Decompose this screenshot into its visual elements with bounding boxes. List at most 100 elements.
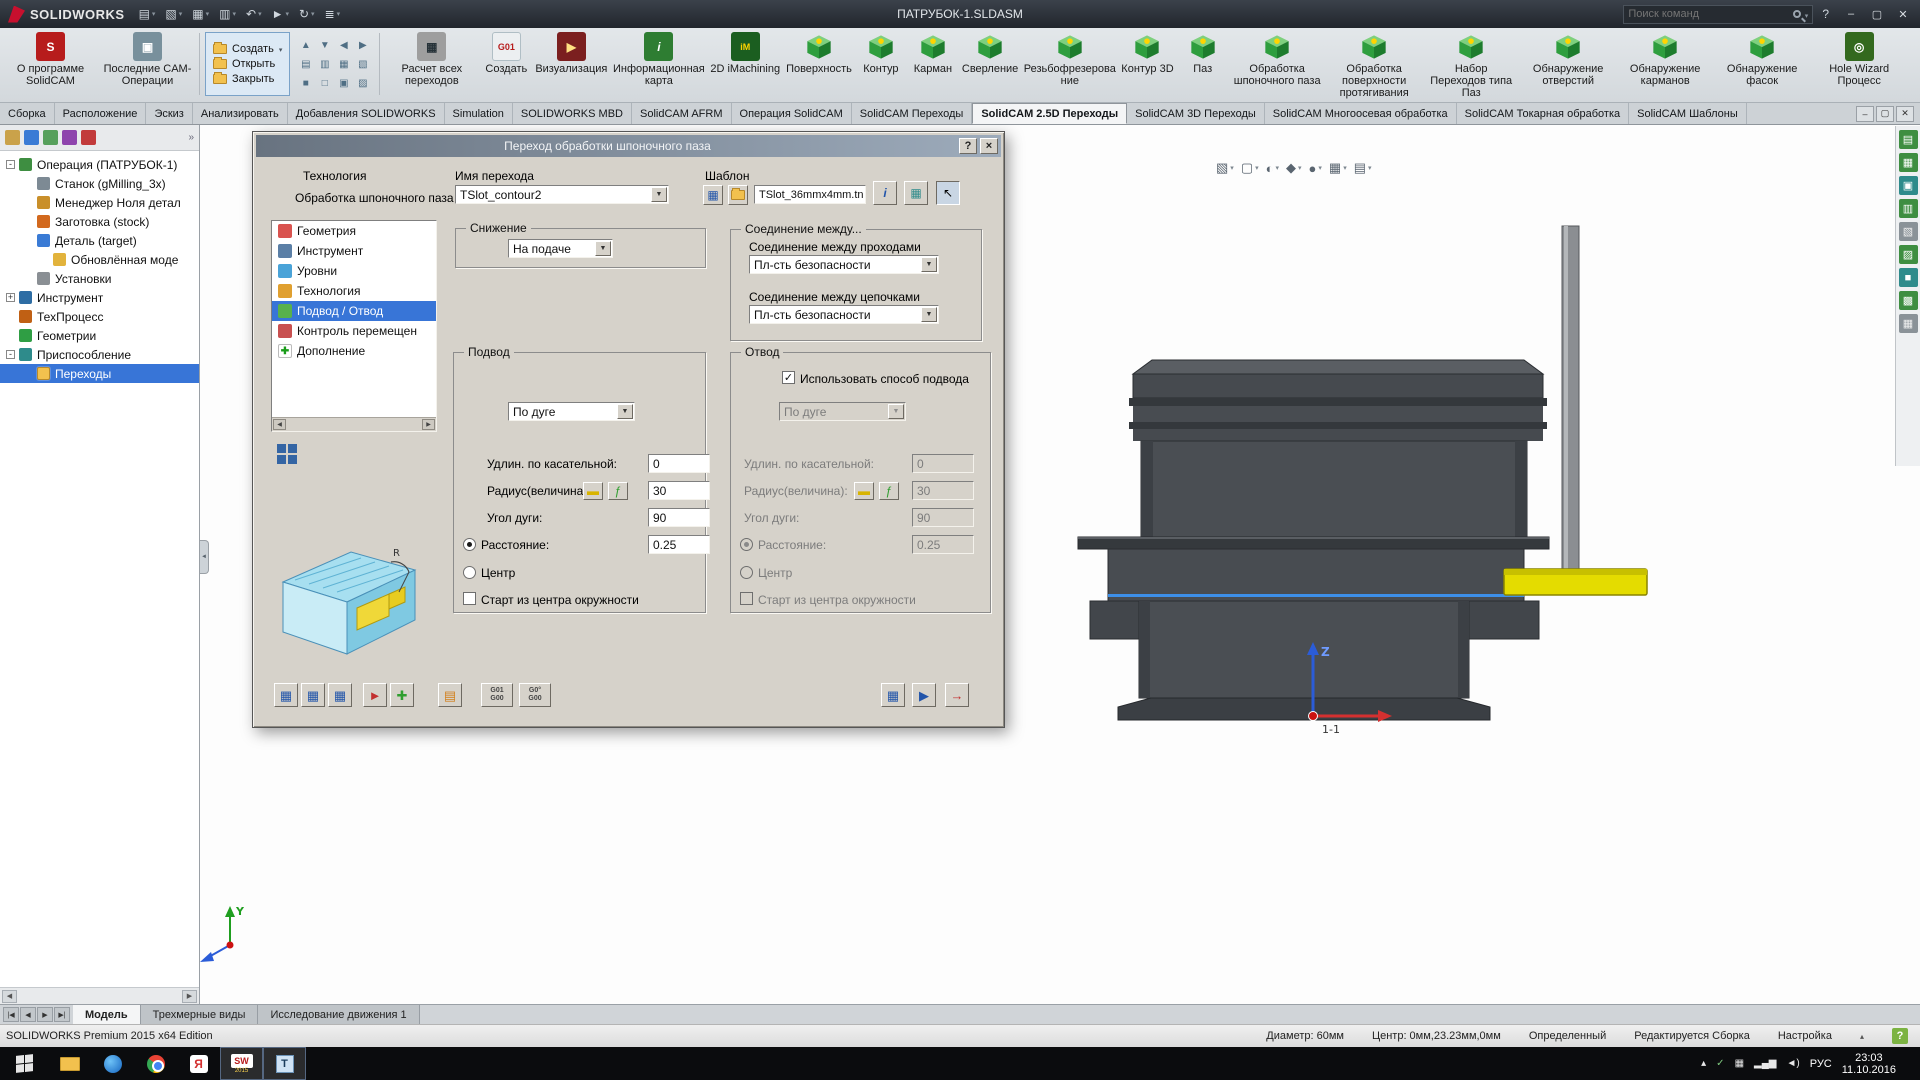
view-tool-button[interactable]: ▢ <box>1241 160 1259 176</box>
command-tab[interactable]: SolidCAM 2.5D Переходы <box>972 103 1127 124</box>
ribbon-button[interactable]: ▶ Визуализация <box>532 30 610 98</box>
transition-name-combo[interactable]: TSlot_contour2 <box>455 185 669 204</box>
view-tool-button[interactable]: ◆ <box>1286 160 1302 176</box>
quick-access-tool-button[interactable]: ≣ <box>321 5 345 23</box>
ribbon-button[interactable]: Обнаружение фасок <box>1714 30 1811 98</box>
task-pane-icon[interactable]: ▦ <box>1899 314 1918 333</box>
command-tab[interactable]: SolidCAM Многоосевая обработка <box>1265 103 1457 124</box>
dialog-help-button[interactable]: ? <box>959 138 977 154</box>
view-tool-button[interactable]: ◐ <box>1266 160 1279 176</box>
tree-item[interactable]: - Операция (ПАТРУБОК-1) <box>0 155 199 174</box>
ribbon-button[interactable]: Контур <box>855 30 907 98</box>
panel-tab-icon[interactable] <box>24 130 39 145</box>
tree-item[interactable]: Деталь (target) <box>0 231 199 250</box>
ribbon-button[interactable]: Паз <box>1177 30 1229 98</box>
leadout-radius-formula-button[interactable]: ƒ <box>879 482 899 500</box>
dialog-section-item[interactable]: Инструмент <box>272 241 436 261</box>
task-pane-icon[interactable]: ▥ <box>1899 199 1918 218</box>
window-control-button[interactable]: ▢ <box>1864 4 1890 24</box>
command-tab[interactable]: SolidCAM Шаблоны <box>1629 103 1747 124</box>
model-tab-nav-button[interactable]: ◀ <box>20 1007 36 1022</box>
tray-icon[interactable]: ▂▄▆ <box>1754 1058 1776 1069</box>
task-pane-icon[interactable]: ▨ <box>1899 245 1918 264</box>
leadout-use-leadin-checkbox[interactable] <box>782 371 795 384</box>
ribbon-button[interactable]: Сверление <box>959 30 1021 98</box>
dialog-action-button[interactable]: G0° G00 <box>519 683 551 707</box>
leadin-tangent-field[interactable]: 0 <box>648 454 710 473</box>
command-tab[interactable]: SOLIDWORKS MBD <box>513 103 632 124</box>
dialog-action-button[interactable]: G01 G00 <box>481 683 513 707</box>
descent-combo[interactable]: На подаче <box>508 239 613 258</box>
tray-icon[interactable]: ✓ <box>1716 1058 1724 1069</box>
command-tab[interactable]: SolidCAM Переходы <box>852 103 973 124</box>
dialog-action-button[interactable]: ▦ <box>881 683 905 707</box>
command-tab[interactable]: Расположение <box>55 103 147 124</box>
section-tree-scrollbar[interactable]: ◀ ▶ <box>272 417 436 431</box>
quick-access-tool-button[interactable]: ▦ <box>188 5 213 23</box>
template-open-button[interactable] <box>728 185 748 205</box>
language-indicator[interactable]: РУС <box>1810 1058 1832 1070</box>
task-pane-icon[interactable]: ▩ <box>1899 291 1918 310</box>
tree-item[interactable]: - Приспособление <box>0 345 199 364</box>
ribbon-button[interactable]: ▣ Последние CAM-Операции <box>99 30 196 98</box>
dialog-action-button[interactable]: ▦ <box>301 683 325 707</box>
leadin-radius-formula-button[interactable]: ƒ <box>608 482 628 500</box>
quick-access-tool-button[interactable]: ▧ <box>161 5 186 23</box>
command-tab[interactable]: Simulation <box>445 103 513 124</box>
task-pane-icon[interactable]: ▦ <box>1899 153 1918 172</box>
ribbon-button[interactable]: Обнаружение карманов <box>1617 30 1714 98</box>
panel-tab-icon[interactable] <box>5 130 20 145</box>
document-window-control-button[interactable]: ✕ <box>1896 106 1914 122</box>
dialog-action-button[interactable]: ▦ <box>328 683 352 707</box>
template-name-field[interactable]: TSlot_36mmx4mm.tn <box>754 185 866 204</box>
command-tab[interactable]: SolidCAM AFRM <box>632 103 732 124</box>
template-table-button[interactable]: ▦ <box>904 181 928 205</box>
panel-horizontal-scrollbar[interactable]: ◀ ▶ <box>0 987 199 1004</box>
link-chains-combo[interactable]: Пл-сть безопасности <box>749 305 939 324</box>
quick-access-tool-button[interactable]: ▤ <box>135 5 160 23</box>
task-pane-icon[interactable]: ▧ <box>1899 222 1918 241</box>
chevron-down-icon[interactable] <box>921 257 937 272</box>
taskbar-app-button[interactable]: SW 2015 <box>220 1047 263 1080</box>
template-save-button[interactable]: ▦ <box>703 185 723 205</box>
cam-mini-tool-icon[interactable]: ▶ <box>353 36 372 55</box>
dialog-section-item[interactable]: Технология <box>272 281 436 301</box>
tree-expander-icon[interactable]: + <box>6 293 15 302</box>
tree-expander-icon[interactable]: - <box>6 350 15 359</box>
view-tool-button[interactable]: ▧ <box>1216 160 1234 176</box>
chevron-down-icon[interactable] <box>595 241 611 256</box>
tray-icon[interactable]: ◄) <box>1786 1058 1799 1069</box>
scroll-left-icon[interactable]: ◀ <box>2 990 17 1003</box>
leadin-angle-field[interactable]: 90 <box>648 508 710 527</box>
command-tab[interactable]: Сборка <box>0 103 55 124</box>
model-tab[interactable]: Исследование движения 1 <box>258 1005 419 1024</box>
cam-mini-tool-icon[interactable]: ▨ <box>353 74 372 93</box>
tree-page-indicator[interactable] <box>277 444 297 464</box>
quick-access-tool-button[interactable]: ▥ <box>215 5 240 23</box>
cam-file-menu-item[interactable]: Открыть <box>213 58 282 70</box>
dialog-close-button[interactable]: × <box>980 138 998 154</box>
cam-file-menu-item[interactable]: Закрыть <box>213 73 282 85</box>
document-window-control-button[interactable]: – <box>1856 106 1874 122</box>
search-chevron-down-icon[interactable] <box>1805 7 1809 21</box>
tree-item[interactable]: Обновлённая моде <box>0 250 199 269</box>
panel-tab-icon[interactable] <box>81 130 96 145</box>
tray-icon[interactable]: ▴ <box>1701 1058 1706 1069</box>
taskbar-app-button[interactable]: Я <box>177 1047 220 1080</box>
tree-item[interactable]: Геометрии <box>0 326 199 345</box>
leadout-radius-value-button[interactable]: ▬ <box>854 482 874 500</box>
taskbar-app-button[interactable]: T <box>263 1047 306 1080</box>
ribbon-button[interactable]: S О программе SolidCAM <box>2 30 99 98</box>
tree-item[interactable]: Станок (gMilling_3x) <box>0 174 199 193</box>
command-tab[interactable]: Добавления SOLIDWORKS <box>288 103 445 124</box>
tree-item[interactable]: Установки <box>0 269 199 288</box>
cam-mini-tool-icon[interactable]: ▲ <box>296 36 315 55</box>
scroll-right-icon[interactable]: ▶ <box>182 990 197 1003</box>
ribbon-button[interactable]: Обработка поверхности протягивания <box>1326 30 1423 98</box>
template-pick-button[interactable]: ↖ <box>936 181 960 205</box>
panel-tab-icon[interactable] <box>62 130 77 145</box>
cam-mini-tool-icon[interactable]: ▥ <box>315 55 334 74</box>
panel-tabs-overflow-icon[interactable]: » <box>188 132 194 143</box>
status-caret-icon[interactable]: ▴ <box>1860 1032 1864 1041</box>
dialog-section-item[interactable]: Подвод / Отвод <box>272 301 436 321</box>
